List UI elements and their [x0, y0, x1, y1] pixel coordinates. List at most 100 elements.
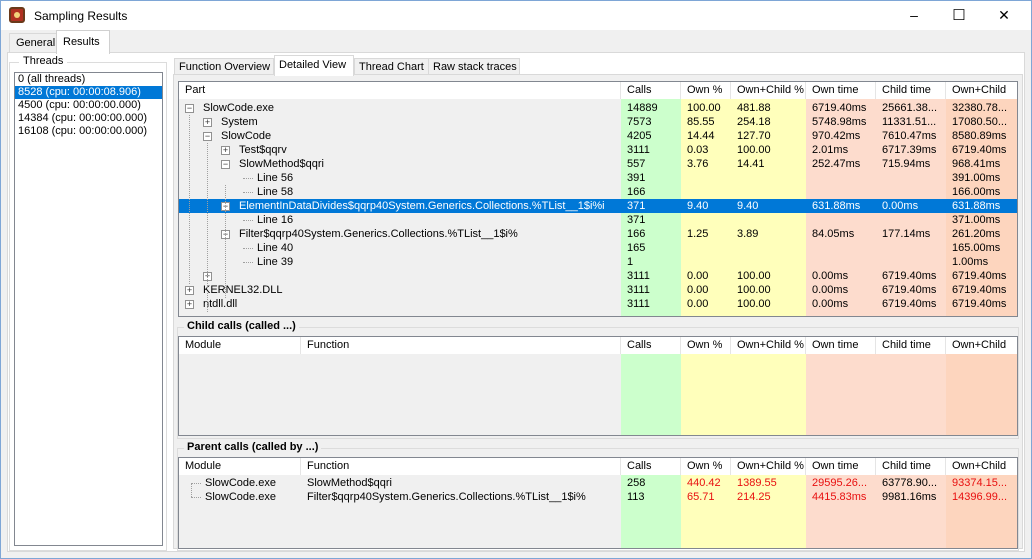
tree-guide-line — [189, 115, 190, 284]
threads-list[interactable]: 0 (all threads) 8528 (cpu: 00:00:08.906)… — [14, 72, 163, 546]
parent-calls-grid[interactable]: Module Function Calls Own % Own+Child % Own t… — [178, 457, 1018, 549]
col-own-time[interactable]: Own time — [806, 82, 876, 99]
tree-connector — [243, 248, 253, 249]
collapse-icon[interactable]: − — [203, 132, 212, 141]
cell-child-time: 25661.38... — [882, 102, 938, 114]
app-icon — [9, 7, 25, 23]
cell-calls: 3111 — [627, 144, 650, 156]
cell-oc-pct: 100.00 — [737, 144, 771, 156]
tree-row[interactable]: +3111 0.00 100.00 0.00ms 6719.40ms 6719.40ms — [179, 269, 1017, 283]
col-part[interactable]: Part — [179, 82, 621, 99]
title-bar: Sampling Results – ☐ ✕ — [1, 1, 1031, 30]
child-calls-grid[interactable]: Module Function Calls Own % Own+Child % Own t… — [178, 336, 1018, 436]
collapse-icon[interactable]: − — [221, 160, 230, 169]
col-oc-pct[interactable]: Own+Child % — [731, 337, 806, 354]
col-child-time[interactable]: Child time — [876, 458, 946, 475]
collapse-icon[interactable]: − — [185, 104, 194, 113]
cell-oc-pct: 481.88 — [737, 102, 771, 114]
thread-item-selected[interactable]: 8528 (cpu: 00:00:08.906) — [15, 86, 162, 99]
tree-row[interactable]: Line 16 371 371.00ms — [179, 213, 1017, 227]
cell-calls: 113 — [627, 491, 645, 503]
cell-child-time: 6719.40ms — [882, 270, 937, 282]
cell-calls: 166 — [627, 228, 646, 240]
cell-own-pct: 3.76 — [687, 158, 709, 170]
expand-icon[interactable]: + — [185, 300, 194, 309]
call-tree-grid[interactable]: Part Calls Own % Own+Child % Own time Ch… — [178, 81, 1018, 317]
window-title: Sampling Results — [34, 9, 128, 23]
cell-own-time — [806, 171, 876, 185]
tree-row[interactable]: + Test$qqrv 3111 0.03 100.00 2.01ms 6717.39ms 6… — [179, 143, 1017, 157]
column-bg — [946, 354, 1017, 435]
tree-row[interactable]: − Filter$qqrp40System.Generics.Collection… — [179, 227, 1017, 241]
cell-child-time: 6717.39ms — [882, 144, 937, 156]
tree-row[interactable]: + KERNEL32.DLL 3111 0.00 100.00 0.00ms 6719.40… — [179, 283, 1017, 297]
col-child-time[interactable]: Child time — [876, 337, 946, 354]
cell-oc-pct: 100.00 — [737, 284, 771, 296]
col-own-child[interactable]: Own+Child — [946, 458, 1017, 475]
col-function[interactable]: Function — [301, 337, 621, 354]
col-module[interactable]: Module — [179, 458, 301, 475]
thread-item[interactable]: 0 (all threads) — [15, 73, 162, 86]
tab-results[interactable]: Results — [56, 30, 110, 54]
col-calls[interactable]: Calls — [621, 337, 681, 354]
tree-row[interactable]: Line 40 165 165.00ms — [179, 241, 1017, 255]
call-row[interactable]: SlowCode.exe SlowMethod$qqri 258 440.42 1389… — [179, 476, 1017, 490]
cell-calls: 14889 — [627, 102, 658, 114]
cell-own-time: 6719.40ms — [812, 102, 867, 114]
col-own-time[interactable]: Own time — [806, 337, 876, 354]
tab-function-overview[interactable]: Function Overview — [174, 58, 274, 75]
cell-child-time — [876, 185, 946, 199]
expand-icon[interactable]: + — [185, 286, 194, 295]
tab-raw-stack-traces[interactable]: Raw stack traces — [428, 58, 520, 75]
maximize-button[interactable]: ☐ — [936, 1, 982, 30]
cell-own-time — [806, 213, 876, 227]
close-button[interactable]: ✕ — [981, 1, 1027, 30]
tree-row[interactable]: Line 39 1 1.00ms — [179, 255, 1017, 269]
thread-item[interactable]: 16108 (cpu: 00:00:00.000) — [15, 125, 162, 138]
col-calls[interactable]: Calls — [621, 82, 681, 99]
tree-row[interactable]: − SlowCode 4205 14.44 127.70 970.42ms 7610.47m… — [179, 129, 1017, 143]
tree-row[interactable]: − SlowMethod$qqri 557 3.76 14.41 252.47ms 715.… — [179, 157, 1017, 171]
tree-row[interactable]: + ntdll.dll 3111 0.00 100.00 0.00ms 6719.40ms 6… — [179, 297, 1017, 311]
cell-own-pct: 14.44 — [687, 130, 715, 142]
col-own-child[interactable]: Own+Child — [946, 82, 1017, 99]
col-own-child[interactable]: Own+Child — [946, 337, 1017, 354]
tree-row[interactable]: − SlowCode.exe 14889 100.00 481.88 6719.40ms 2… — [179, 101, 1017, 115]
col-module[interactable]: Module — [179, 337, 301, 354]
expand-icon[interactable]: + — [221, 146, 230, 155]
tree-row[interactable]: + System 7573 85.55 254.18 5748.98ms 11331.51.… — [179, 115, 1017, 129]
cell-own-pct — [681, 255, 731, 269]
col-own-time[interactable]: Own time — [806, 458, 876, 475]
tree-connector — [243, 178, 253, 179]
call-row[interactable]: SlowCode.exe Filter$qqrp40System.Generics… — [179, 490, 1017, 504]
cell-own-child: 6719.40ms — [952, 284, 1007, 296]
cell-own-child: 17080.50... — [952, 116, 1008, 128]
cell-oc-pct: 127.70 — [737, 130, 771, 142]
expand-icon[interactable]: + — [203, 118, 212, 127]
col-own-pct[interactable]: Own % — [681, 458, 731, 475]
col-own-pct[interactable]: Own % — [681, 337, 731, 354]
tab-thread-chart[interactable]: Thread Chart — [354, 58, 429, 75]
col-own-pct[interactable]: Own % — [681, 82, 731, 99]
cell-child-time — [876, 241, 946, 255]
tree-node-label: Line 58 — [257, 186, 294, 198]
col-calls[interactable]: Calls — [621, 458, 681, 475]
tree-row[interactable]: Line 58 166 166.00ms — [179, 185, 1017, 199]
tab-general[interactable]: General — [9, 33, 57, 53]
cell-own-pct: 0.00 — [687, 298, 709, 310]
tab-detailed-view[interactable]: Detailed View — [274, 55, 354, 76]
tree-node-label: SlowMethod$qqri — [239, 158, 324, 170]
col-oc-pct[interactable]: Own+Child % — [731, 458, 806, 475]
cell-own-time — [806, 185, 876, 199]
parent-calls-title: Parent calls (called by ...) — [184, 441, 322, 453]
thread-item[interactable]: 14384 (cpu: 00:00:00.000) — [15, 112, 162, 125]
minimize-button[interactable]: – — [891, 1, 937, 30]
tree-row[interactable]: Line 56 391 391.00ms — [179, 171, 1017, 185]
cell-own-pct — [681, 171, 731, 185]
col-own-child-pct[interactable]: Own+Child % — [731, 82, 806, 99]
col-child-time[interactable]: Child time — [876, 82, 946, 99]
thread-item[interactable]: 4500 (cpu: 00:00:00.000) — [15, 99, 162, 112]
col-function[interactable]: Function — [301, 458, 621, 475]
tree-row-selected[interactable]: − ElementInDataDivides$qqrp40System.Gener… — [179, 199, 1017, 213]
cell-own-pct: 9.40 — [687, 200, 709, 212]
